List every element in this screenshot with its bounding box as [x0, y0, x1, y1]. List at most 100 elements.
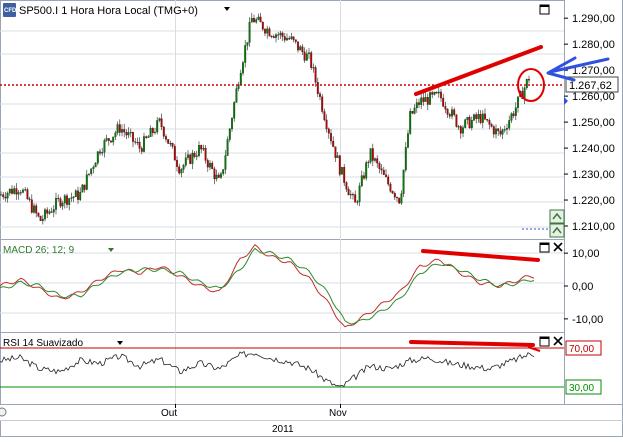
- candle-body: [13, 188, 16, 194]
- candle-body: [165, 136, 167, 140]
- rsi-title[interactable]: RSI 14 Suavizado: [3, 338, 83, 349]
- candle-body: [19, 192, 22, 194]
- candle-body: [360, 175, 363, 187]
- cfd-logo-text: CFD: [4, 8, 17, 14]
- candle-body: [17, 192, 20, 195]
- candle-body: [55, 197, 57, 210]
- candle-body: [28, 198, 31, 200]
- scroll-down-icon[interactable]: [549, 223, 565, 238]
- candle-body: [184, 157, 187, 166]
- candle-body: [123, 129, 126, 133]
- candle-body: [22, 189, 24, 193]
- candle-body: [470, 119, 473, 129]
- candle-body: [151, 128, 154, 134]
- candle-body: [453, 109, 456, 115]
- candle-body: [345, 182, 348, 190]
- candle-body: [24, 189, 27, 191]
- candle-body: [94, 162, 97, 168]
- candle-body: [409, 111, 412, 134]
- candle-body: [189, 154, 192, 164]
- candle-body: [459, 126, 462, 134]
- candle-body: [508, 120, 511, 129]
- candle-body: [129, 132, 132, 134]
- candle-body: [363, 175, 365, 179]
- candle-body: [347, 189, 350, 196]
- macd-tick-label: 10,00: [572, 248, 600, 260]
- candle-body: [286, 38, 288, 41]
- candle-body: [466, 117, 469, 120]
- candle-body: [444, 106, 447, 110]
- candle-body: [277, 34, 280, 36]
- candle-body: [70, 197, 73, 199]
- candle-body: [171, 143, 174, 147]
- candle-body: [528, 79, 530, 81]
- candle-body: [380, 168, 383, 171]
- time-label-nov: Nov: [329, 408, 347, 419]
- candle-body: [365, 162, 368, 179]
- rsi-lower-label: 30,00: [569, 383, 594, 394]
- candle-body: [336, 155, 339, 158]
- instrument-title[interactable]: SP500.I 1 Hora Hora Local (TMG+0): [19, 5, 198, 17]
- candle-body: [468, 117, 471, 129]
- candle-body: [226, 139, 229, 156]
- price-tick-label: 1.210,00: [572, 221, 615, 233]
- candle-body: [391, 191, 394, 194]
- candle-body: [442, 97, 445, 107]
- time-scroll-handle-icon[interactable]: [0, 407, 7, 417]
- candle-body: [154, 131, 156, 134]
- candle-body: [39, 215, 42, 221]
- candle-body: [497, 128, 500, 132]
- candle-body: [41, 218, 44, 221]
- candle-body: [266, 28, 269, 34]
- candle-body: [374, 158, 376, 161]
- candle-body: [132, 132, 134, 142]
- candle-body: [239, 72, 242, 85]
- candle-body: [46, 209, 49, 214]
- candle-body: [204, 148, 207, 161]
- price-tick-label: 1.240,00: [572, 143, 615, 155]
- candle-body: [369, 148, 372, 163]
- candle-body: [290, 36, 293, 39]
- candle-body: [77, 190, 79, 200]
- candle-body: [398, 197, 401, 204]
- macd-title[interactable]: MACD 26; 12; 9: [3, 245, 75, 256]
- candle-body: [118, 124, 121, 133]
- candle-body: [305, 53, 308, 61]
- candle-body: [338, 155, 341, 175]
- candle-body: [202, 148, 205, 150]
- candle-body: [356, 201, 359, 203]
- candle-body: [63, 195, 66, 204]
- time-label-year: 2011: [272, 424, 294, 435]
- candle-body: [250, 17, 253, 23]
- candle-body: [455, 114, 458, 127]
- scroll-up-icon[interactable]: [549, 209, 565, 224]
- candle-body: [224, 155, 227, 170]
- candle-body: [116, 124, 119, 134]
- candle-body: [134, 141, 137, 143]
- candle-body: [343, 167, 346, 183]
- candle-body: [275, 34, 277, 38]
- candle-body: [8, 188, 11, 194]
- candle-body: [495, 128, 497, 135]
- candle-body: [411, 111, 414, 114]
- candle-body: [367, 161, 370, 164]
- candle-body: [195, 155, 198, 157]
- candle-body: [393, 192, 396, 198]
- candle-body: [371, 148, 374, 161]
- candle-body: [149, 128, 152, 137]
- time-axis-area[interactable]: [0, 405, 564, 420]
- candle-body: [402, 169, 405, 194]
- candle-body: [173, 146, 176, 161]
- candle-body: [107, 138, 110, 141]
- price-tick-label: 1.280,00: [572, 39, 615, 51]
- candle-body: [114, 132, 117, 138]
- candle-body: [66, 195, 68, 205]
- candle-body: [486, 119, 489, 121]
- candle-body: [288, 38, 291, 40]
- candle-body: [180, 169, 183, 174]
- candle-body: [316, 82, 319, 94]
- candle-body: [506, 128, 508, 130]
- candle-body: [283, 36, 286, 41]
- candle-body: [147, 136, 150, 138]
- candle-body: [297, 41, 299, 51]
